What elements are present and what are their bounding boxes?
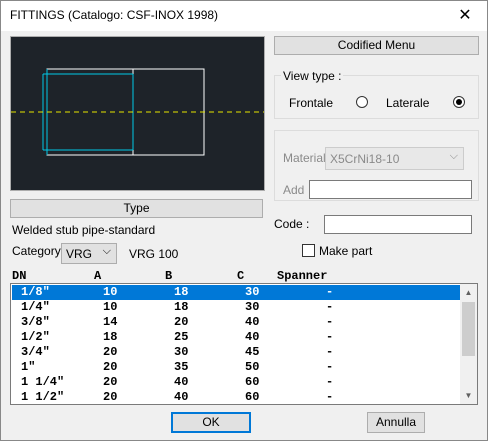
cell-a: 20 — [103, 345, 118, 359]
cell-b: 18 — [174, 300, 189, 314]
scrollbar-thumb[interactable] — [462, 302, 475, 356]
cell-dn: 1 1/4" — [21, 375, 65, 389]
fitting-drawing — [11, 68, 264, 156]
scroll-down-icon[interactable]: ▼ — [460, 387, 477, 404]
cell-spanner: - — [326, 360, 334, 374]
cell-dn: 1/8" — [21, 285, 50, 299]
add-label: Add — [283, 183, 305, 197]
cell-a: 20 — [103, 360, 118, 374]
table-row[interactable]: 3/8" 14 20 40 - — [12, 315, 462, 330]
cell-b: 25 — [174, 330, 189, 344]
cell-dn: 3/8" — [21, 315, 50, 329]
category-select[interactable]: VRG ⌵ — [61, 243, 117, 264]
radio-laterale[interactable] — [453, 96, 465, 108]
cell-dn: 1/4" — [21, 300, 50, 314]
category-extra: VRG 100 — [129, 247, 179, 261]
cell-c: 30 — [245, 300, 260, 314]
cell-c: 60 — [245, 375, 260, 389]
cell-dn: 3/4" — [21, 345, 50, 359]
cell-dn: 1/2" — [21, 330, 50, 344]
cell-a: 20 — [103, 375, 118, 389]
radio-frontale-label: Frontale — [289, 96, 334, 110]
type-button[interactable]: Type — [10, 199, 263, 218]
table-row[interactable]: 1 1/2" 20 40 60 - — [12, 390, 462, 404]
cell-dn: 1 1/2" — [21, 390, 65, 404]
column-header-a: A — [94, 269, 102, 283]
cell-a: 10 — [103, 285, 118, 299]
cell-b: 40 — [174, 375, 189, 389]
material-value: X5CrNi18-10 — [330, 152, 400, 166]
cell-spanner: - — [326, 315, 334, 329]
cell-b: 35 — [174, 360, 189, 374]
table-row[interactable]: 1/4" 10 18 30 - — [12, 300, 462, 315]
radio-frontale[interactable] — [356, 96, 368, 108]
window-title: FITTINGS (Catalogo: CSF-INOX 1998) — [10, 8, 219, 22]
cell-c: 40 — [245, 315, 260, 329]
title-bar: FITTINGS (Catalogo: CSF-INOX 1998) ✕ — [0, 0, 488, 31]
code-label: Code : — [274, 217, 310, 231]
cell-b: 18 — [174, 285, 189, 299]
column-header-spanner: Spanner — [277, 269, 328, 283]
cell-b: 40 — [174, 390, 189, 404]
cell-spanner: - — [326, 345, 334, 359]
category-value: VRG — [66, 247, 93, 261]
table-row[interactable]: 3/4" 20 30 45 - — [12, 345, 462, 360]
radio-laterale-label: Laterale — [386, 96, 430, 110]
column-header-dn: DN — [12, 269, 27, 283]
add-field[interactable] — [309, 180, 472, 199]
category-label: Category — [12, 244, 61, 258]
fittings-list[interactable]: 1/8" 10 18 30 - 1/4" 10 18 30 - 3/8" 14 … — [10, 283, 478, 405]
cell-spanner: - — [326, 300, 334, 314]
close-icon[interactable]: ✕ — [442, 0, 488, 31]
ok-button[interactable]: OK — [171, 412, 251, 433]
cell-spanner: - — [326, 330, 334, 344]
cell-dn: 1" — [21, 360, 36, 374]
chevron-down-icon: ⌵ — [102, 245, 111, 257]
cell-c: 60 — [245, 390, 260, 404]
cell-c: 30 — [245, 285, 260, 299]
fitting-preview — [10, 36, 265, 191]
material-label: Material — [283, 151, 326, 165]
cell-c: 40 — [245, 330, 260, 344]
cell-b: 30 — [174, 345, 189, 359]
cell-a: 14 — [103, 315, 118, 329]
cell-b: 20 — [174, 315, 189, 329]
cell-a: 20 — [103, 390, 118, 404]
scroll-up-icon[interactable]: ▲ — [460, 284, 477, 301]
material-select[interactable]: X5CrNi18-10 ⌵ — [325, 147, 464, 170]
column-header-b: B — [165, 269, 173, 283]
list-scrollbar[interactable]: ▲ ▼ — [460, 284, 477, 404]
column-header-c: C — [237, 269, 245, 283]
make-part-label: Make part — [319, 244, 373, 258]
cell-spanner: - — [326, 390, 334, 404]
cell-c: 50 — [245, 360, 260, 374]
view-type-label: View type : — [281, 69, 344, 83]
table-row[interactable]: 1 1/4" 20 40 60 - — [12, 375, 462, 390]
chevron-down-icon: ⌵ — [449, 150, 458, 162]
codified-menu-button[interactable]: Codified Menu — [274, 36, 479, 55]
cell-spanner: - — [326, 375, 334, 389]
cell-a: 10 — [103, 300, 118, 314]
make-part-checkbox[interactable] — [302, 244, 315, 257]
table-row[interactable]: 1" 20 35 50 - — [12, 360, 462, 375]
table-row[interactable]: 1/8" 10 18 30 - — [12, 285, 462, 300]
table-row[interactable]: 1/2" 18 25 40 - — [12, 330, 462, 345]
cell-c: 45 — [245, 345, 260, 359]
code-field[interactable] — [324, 215, 472, 234]
fitting-description: Welded stub pipe-standard — [12, 223, 156, 237]
cancel-button[interactable]: Annulla — [367, 412, 425, 433]
cell-spanner: - — [326, 285, 334, 299]
cell-a: 18 — [103, 330, 118, 344]
